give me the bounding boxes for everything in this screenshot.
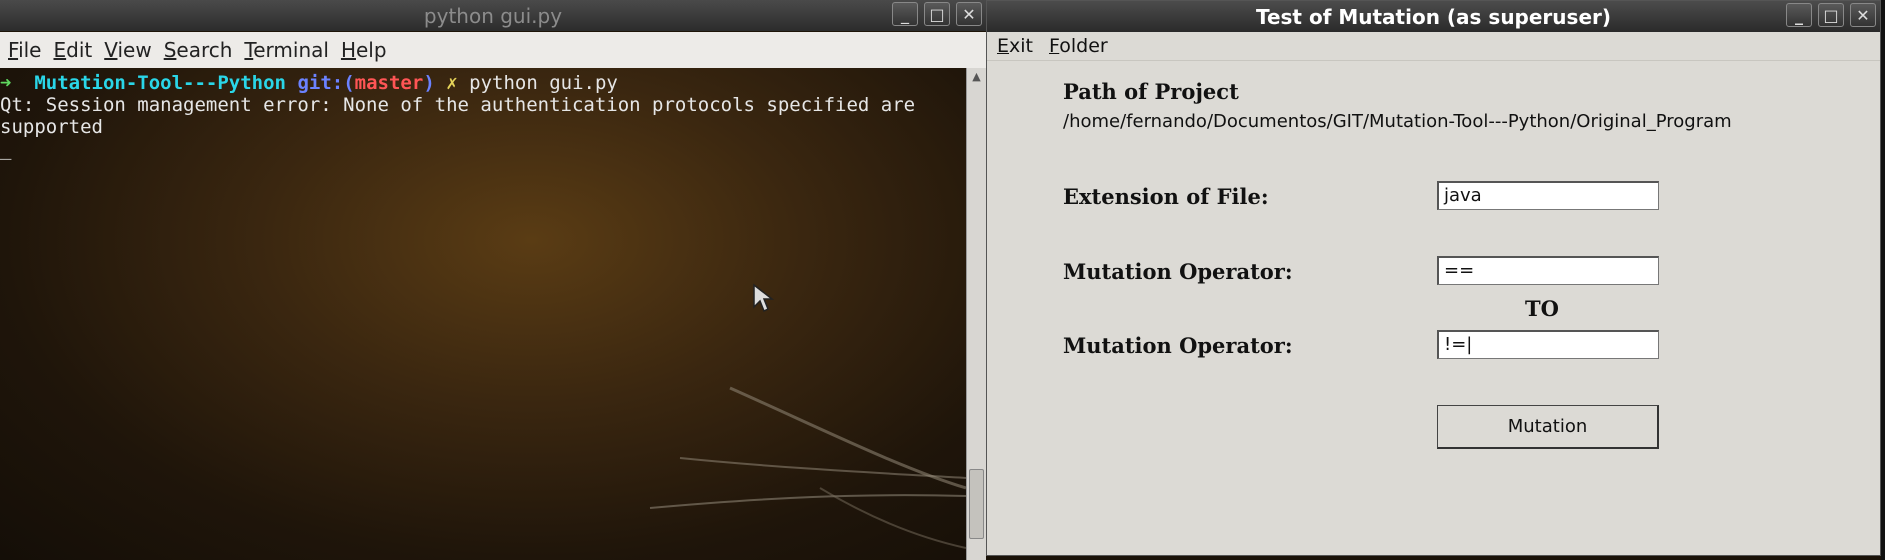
- output-line-2: supported: [0, 116, 103, 138]
- menu-exit[interactable]: Exit: [997, 35, 1033, 57]
- menu-help[interactable]: Help: [341, 38, 387, 62]
- path-label: Path of Project: [1063, 79, 1239, 104]
- mutation-button[interactable]: Mutation: [1437, 405, 1659, 449]
- wallpaper-feathers: [649, 386, 966, 549]
- menu-terminal[interactable]: Terminal: [244, 38, 329, 62]
- menu-search[interactable]: Search: [164, 38, 233, 62]
- path-value: /home/fernando/Documentos/GIT/Mutation-T…: [1063, 111, 1732, 132]
- minimize-icon[interactable]: _: [892, 2, 918, 26]
- operator-from-label: Mutation Operator:: [1063, 259, 1293, 284]
- operator-to-input[interactable]: !=|: [1437, 330, 1659, 359]
- app-titlebar[interactable]: Test of Mutation (as superuser) _ □ ✕: [987, 1, 1880, 32]
- prompt-git-label: git:(: [297, 72, 355, 94]
- terminal-scrollbar[interactable]: ▲: [966, 68, 986, 560]
- extension-label: Extension of File:: [1063, 184, 1269, 209]
- menu-edit[interactable]: Edit: [53, 38, 92, 62]
- prompt-branch: master: [354, 72, 424, 94]
- app-menubar: Exit Folder: [987, 32, 1880, 61]
- operator-to-label: Mutation Operator:: [1063, 333, 1293, 358]
- scroll-up-icon[interactable]: ▲: [969, 70, 984, 86]
- to-label: TO: [1525, 296, 1559, 321]
- output-line-1: Qt: Session management error: None of th…: [0, 94, 916, 116]
- terminal-title: python gui.py: [423, 3, 563, 28]
- maximize-icon[interactable]: □: [924, 2, 950, 26]
- prompt-arrow: ➜: [0, 72, 12, 94]
- close-icon[interactable]: ✕: [1850, 3, 1876, 27]
- minimize-icon[interactable]: _: [1786, 3, 1812, 27]
- menu-view[interactable]: View: [104, 38, 151, 62]
- maximize-icon[interactable]: □: [1818, 3, 1844, 27]
- extension-input[interactable]: java: [1437, 181, 1659, 210]
- terminal-body[interactable]: ➜ Mutation-Tool---Python git:(master) ✗ …: [0, 68, 966, 560]
- mouse-pointer-icon: [753, 283, 774, 313]
- prompt-line: ➜ Mutation-Tool---Python git:(master) ✗ …: [0, 72, 618, 94]
- operator-from-input[interactable]: ==: [1437, 256, 1659, 285]
- terminal-cursor: _: [0, 138, 12, 160]
- menu-folder[interactable]: Folder: [1049, 35, 1108, 57]
- prompt-dir: Mutation-Tool---Python: [34, 72, 287, 94]
- terminal-titlebar[interactable]: python gui.py _ □ ✕: [0, 0, 986, 31]
- menu-file[interactable]: File: [8, 38, 41, 62]
- screen-edge: [1881, 0, 1885, 560]
- prompt-dirty: ✗: [446, 72, 458, 94]
- terminal-window: python gui.py _ □ ✕ File Edit View Searc…: [0, 0, 986, 560]
- scroll-thumb[interactable]: [969, 469, 984, 539]
- terminal-menubar: File Edit View Search Terminal Help: [0, 32, 986, 68]
- app-window: Test of Mutation (as superuser) _ □ ✕ Ex…: [986, 0, 1881, 556]
- close-icon[interactable]: ✕: [956, 2, 982, 26]
- app-title: Test of Mutation (as superuser): [1255, 4, 1612, 29]
- prompt-git-close: ): [423, 72, 435, 94]
- prompt-command: python gui.py: [469, 72, 618, 94]
